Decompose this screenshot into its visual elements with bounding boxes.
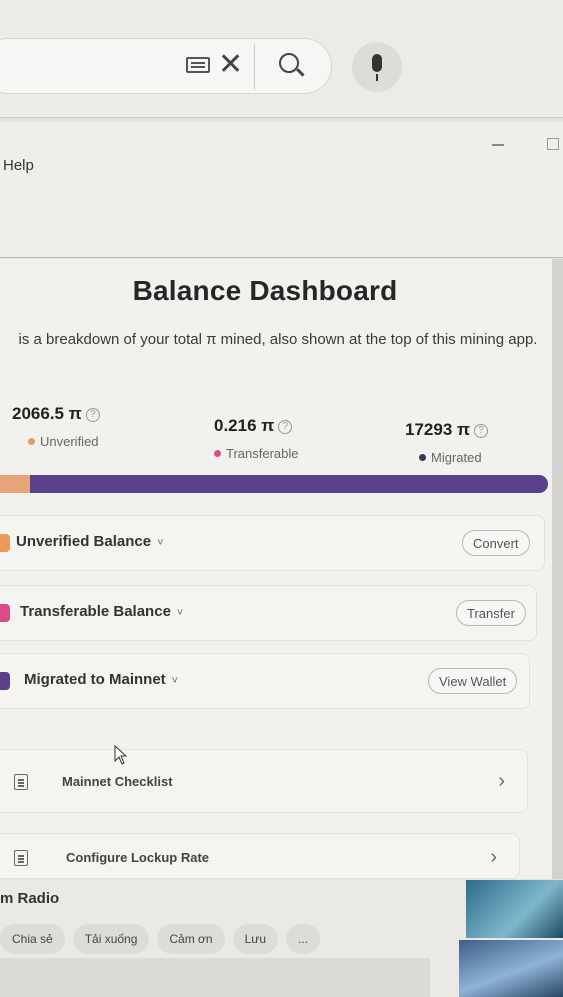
menu-help[interactable]: Help xyxy=(3,157,34,174)
bar-segment-unverified xyxy=(0,475,31,493)
stat-value: 17293 π xyxy=(405,420,471,439)
stat-migrated: 17293 π? Migrated xyxy=(405,420,489,465)
help-icon[interactable]: ? xyxy=(474,424,489,438)
transferable-color-chip xyxy=(0,604,10,622)
channel-name[interactable]: m Radio xyxy=(0,890,59,907)
help-icon[interactable]: ? xyxy=(278,420,293,434)
video-description-area xyxy=(0,958,430,997)
task-label: Mainnet Checklist xyxy=(62,774,173,789)
save-button[interactable]: Lưu xyxy=(232,924,278,954)
video-actions: Chia sẻ Tải xuống Cảm ơn Lưu ... xyxy=(0,924,321,954)
keyboard-icon[interactable] xyxy=(186,57,210,73)
video-thumbnail[interactable] xyxy=(459,940,563,997)
migrated-color-chip xyxy=(0,672,10,690)
video-thumbnail[interactable] xyxy=(466,880,563,938)
row-label[interactable]: Unverified Balance ˅ xyxy=(16,533,164,550)
divider xyxy=(254,44,255,90)
task-mainnet-checklist[interactable]: Mainnet Checklist › xyxy=(0,749,528,813)
page-title: Balance Dashboard xyxy=(132,275,398,306)
row-label[interactable]: Migrated to Mainnet ˅ xyxy=(24,671,178,688)
balance-stats: 2066.5 π? Unverified 0.216 π? Transferab… xyxy=(0,404,552,484)
checklist-icon xyxy=(14,774,28,790)
lock-icon xyxy=(14,850,28,866)
row-migrated-to-mainnet[interactable]: Migrated to Mainnet ˅ View Wallet xyxy=(0,653,530,709)
stat-label: Migrated xyxy=(431,450,482,465)
row-transferable-balance[interactable]: Transferable Balance ˅ Transfer xyxy=(0,585,537,641)
more-button[interactable]: ... xyxy=(286,924,321,954)
browser-search-bar: ✕ xyxy=(0,0,563,118)
task-label: Configure Lockup Rate xyxy=(66,850,210,865)
search-icon[interactable] xyxy=(279,53,299,73)
chevron-down-icon: ˅ xyxy=(176,607,184,619)
chevron-right-icon: › xyxy=(490,846,497,868)
bar-segment-migrated xyxy=(30,475,548,493)
stat-label: Transferable xyxy=(226,446,299,461)
maximize-icon[interactable] xyxy=(547,138,559,150)
migrated-dot xyxy=(419,454,426,461)
balance-progress-bar xyxy=(0,475,548,493)
view-wallet-button[interactable]: View Wallet xyxy=(428,668,518,694)
stat-value: 2066.5 π xyxy=(12,404,82,423)
stat-transferable: 0.216 π? Transferable xyxy=(214,416,299,461)
window-titlebar: Help xyxy=(0,122,563,258)
window-edge xyxy=(552,259,563,879)
thanks-button[interactable]: Cảm ơn xyxy=(157,924,225,954)
stat-unverified: 2066.5 π? Unverified xyxy=(12,404,100,449)
unverified-dot xyxy=(28,438,35,445)
microphone-icon xyxy=(372,54,382,81)
convert-button[interactable]: Convert xyxy=(462,530,530,556)
transferable-dot xyxy=(214,450,221,457)
share-button[interactable]: Chia sẻ xyxy=(0,924,65,954)
close-icon[interactable]: ✕ xyxy=(218,50,243,80)
stat-value: 0.216 π xyxy=(214,416,275,435)
unverified-color-chip xyxy=(0,534,10,552)
stat-label: Unverified xyxy=(40,434,99,449)
chevron-down-icon: ˅ xyxy=(171,675,179,687)
row-label[interactable]: Transferable Balance ˅ xyxy=(20,603,183,620)
minimize-icon[interactable] xyxy=(492,144,504,146)
dashboard-description: is a breakdown of your total π mined, al… xyxy=(18,331,538,348)
voice-search-button[interactable] xyxy=(352,42,402,92)
help-icon[interactable]: ? xyxy=(85,408,100,422)
row-unverified-balance[interactable]: Unverified Balance ˅ Convert xyxy=(0,515,545,571)
task-configure-lockup-rate[interactable]: Configure Lockup Rate › xyxy=(0,833,520,879)
balance-dashboard-panel: Balance Dashboard is a breakdown of your… xyxy=(0,259,552,879)
chevron-down-icon: ˅ xyxy=(157,537,164,549)
mouse-cursor-icon xyxy=(114,745,128,765)
download-button[interactable]: Tải xuống xyxy=(72,924,150,954)
chevron-right-icon: › xyxy=(498,770,505,792)
transfer-button[interactable]: Transfer xyxy=(456,600,526,626)
